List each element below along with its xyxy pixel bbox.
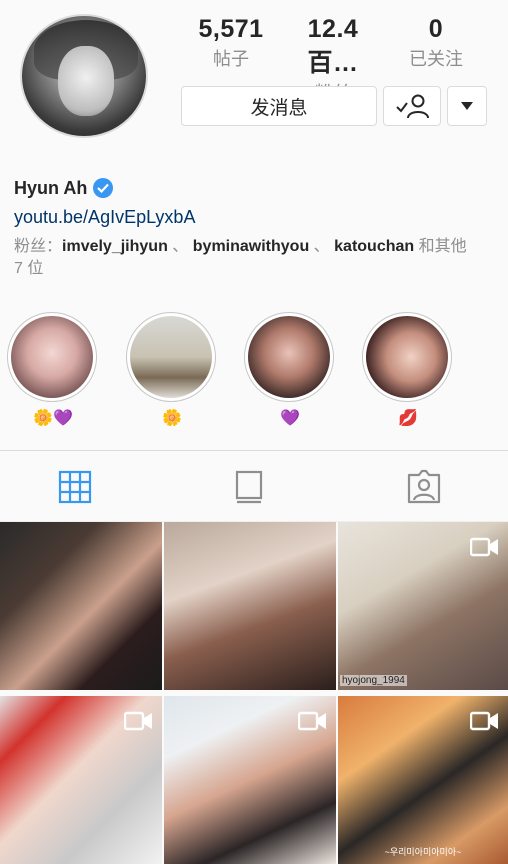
highlight-item[interactable]: 🌼 (126, 312, 218, 430)
following-check-icon (396, 94, 429, 119)
post-thumbnail[interactable] (0, 522, 162, 690)
video-icon (470, 711, 498, 731)
post-thumbnail[interactable]: hyojong_1994 (338, 522, 508, 690)
separator-2: 、 (313, 238, 330, 255)
following-count: 0 (428, 15, 444, 43)
post-thumbnail[interactable] (164, 522, 336, 690)
highlight-title: 🌼💜 (33, 410, 73, 427)
highlight-thumbnail (248, 316, 330, 398)
following-toggle-button[interactable] (383, 86, 441, 126)
tab-feed[interactable] (229, 467, 269, 507)
posts-count: 5,571 (198, 15, 264, 43)
verified-badge-icon (93, 178, 114, 198)
profile-website-link[interactable]: youtu.be/AgIvEpLyxbA (14, 204, 494, 230)
highlight-thumbnail (130, 316, 212, 398)
following-stat[interactable]: 0 已关注 (386, 12, 486, 72)
highlight-title: 💋 (398, 410, 418, 427)
profile-tabs (0, 450, 508, 522)
separator-1: 、 (172, 238, 189, 255)
highlight-thumbnail (11, 316, 93, 398)
tab-tagged[interactable] (404, 467, 444, 507)
highlight-ring (7, 312, 97, 402)
post-thumbnail[interactable]: ~우리미아미아미아~ (338, 696, 508, 864)
posts-grid: hyojong_1994 ~우리미아미아미아~ (0, 522, 508, 864)
highlight-item[interactable]: 💋 (362, 312, 454, 430)
message-button[interactable]: 发消息 (181, 86, 377, 126)
highlight-item[interactable]: 🌼💜 (7, 312, 99, 430)
highlight-title: 💜 (280, 410, 300, 427)
highlight-ring (126, 312, 216, 402)
post-thumbnail[interactable] (164, 696, 336, 864)
chevron-down-icon (461, 102, 473, 110)
tab-grid[interactable] (55, 467, 95, 507)
avatar-face (58, 46, 114, 116)
highlight-ring (244, 312, 334, 402)
post-caption: ~우리미아미아미아~ (384, 847, 462, 857)
story-highlights: 🌼💜 🌼 💜 💋 (0, 312, 508, 436)
post-thumbnail[interactable] (0, 696, 162, 864)
following-label: 已关注 (409, 49, 463, 69)
highlight-ring (362, 312, 452, 402)
followers-count: 12.4百… (307, 15, 359, 77)
followed-by-prefix: 粉丝： (14, 238, 63, 255)
tagged-icon (407, 469, 441, 504)
posts-label: 帖子 (213, 49, 249, 69)
more-options-button[interactable] (447, 86, 487, 126)
followed-by-count: 7 位 (14, 260, 44, 277)
highlight-thumbnail (366, 316, 448, 398)
profile-header: 5,571 帖子 12.4百… 粉丝 0 已关注 发消息 (0, 0, 508, 150)
posts-stat[interactable]: 5,571 帖子 (181, 12, 281, 72)
highlight-item[interactable]: 💜 (244, 312, 336, 430)
video-icon (298, 711, 326, 731)
follower-name-3[interactable]: katouchan (334, 238, 414, 255)
feed-icon (235, 470, 263, 504)
post-tag: hyojong_1994 (340, 675, 407, 686)
video-icon (124, 711, 152, 731)
grid-icon (58, 470, 92, 504)
profile-name: Hyun Ah (14, 177, 88, 198)
profile-avatar[interactable] (20, 14, 148, 138)
highlight-title: 🌼 (162, 410, 182, 427)
followed-by-text[interactable]: 粉丝：imvely_jihyun 、 byminawithyou 、 katou… (14, 236, 494, 280)
followed-by-suffix: 和其他 (418, 238, 467, 255)
follower-name-1[interactable]: imvely_jihyun (62, 238, 168, 255)
follower-name-2[interactable]: byminawithyou (193, 238, 309, 255)
video-icon (470, 537, 498, 557)
profile-bio: Hyun Ah youtu.be/AgIvEpLyxbA 粉丝：imvely_j… (14, 176, 494, 280)
